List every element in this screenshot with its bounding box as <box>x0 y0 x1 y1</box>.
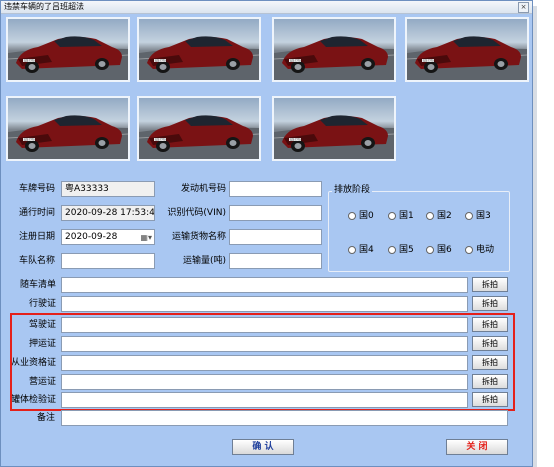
car-image: SZS 7770 <box>8 115 128 159</box>
document-field[interactable] <box>61 277 468 293</box>
note-field[interactable] <box>61 410 508 426</box>
document-field[interactable] <box>61 296 468 312</box>
vin-field[interactable] <box>229 205 322 221</box>
emission-option-label: 国2 <box>437 211 452 221</box>
car-image: SZS 7770 <box>139 115 259 159</box>
plate-label: 车牌号码 <box>18 184 55 194</box>
vin-label: 识别代码(VIN) <box>167 208 226 218</box>
engine-field[interactable] <box>229 181 322 197</box>
emission-option[interactable]: 国3 <box>465 210 491 222</box>
svg-text:SZS 7770: SZS 7770 <box>24 60 35 63</box>
radio-icon[interactable] <box>388 211 396 220</box>
vehicle-photo[interactable]: SZS 7770 <box>272 17 396 82</box>
car-image: SZS 7770 <box>407 36 527 80</box>
confirm-button[interactable]: 确 认 <box>232 439 294 455</box>
radio-icon[interactable] <box>465 245 473 254</box>
svg-text:SZS 7770: SZS 7770 <box>155 139 166 142</box>
time-field[interactable]: 2020-09-28 17:53:44 <box>61 205 155 221</box>
emission-option[interactable]: 国2 <box>426 210 452 222</box>
svg-text:SZS 7770: SZS 7770 <box>155 60 166 63</box>
vehicle-photo[interactable]: SZS 7770 <box>137 17 261 82</box>
vehicle-photo[interactable]: SZS 7770 <box>272 96 396 161</box>
vehicle-photo[interactable]: SZS 7770 <box>137 96 261 161</box>
radio-icon[interactable] <box>465 211 473 220</box>
cargo-label: 运输货物名称 <box>171 232 226 242</box>
emission-option-label: 国1 <box>399 211 414 221</box>
svg-text:SZS 7770: SZS 7770 <box>24 139 35 142</box>
cargo-field[interactable] <box>229 229 322 245</box>
document-label: 行驶证 <box>28 299 56 309</box>
emission-option-label: 国5 <box>399 245 414 255</box>
note-label: 备注 <box>36 413 55 423</box>
close-button[interactable]: 关 闭 <box>446 439 508 455</box>
title-bar: 违禁车辆的了吕班超法 × <box>1 1 532 14</box>
radio-icon[interactable] <box>426 245 434 254</box>
emission-group-title: 排放阶段 <box>332 184 373 196</box>
capture-button[interactable]: 拆拍 <box>472 296 508 311</box>
car-image: SZS 7770 <box>274 36 394 80</box>
reg-label: 注册日期 <box>18 232 55 242</box>
amount-field[interactable] <box>229 253 322 269</box>
emission-option[interactable]: 国6 <box>426 244 452 256</box>
svg-text:SZS 7770: SZS 7770 <box>290 60 301 63</box>
emission-option-label: 国3 <box>476 211 491 221</box>
vehicle-photo[interactable]: SZS 7770 <box>6 17 130 82</box>
emission-option-label: 国6 <box>437 245 452 255</box>
close-icon[interactable]: × <box>518 2 529 13</box>
window-title: 违禁车辆的了吕班超法 <box>4 2 84 11</box>
radio-icon[interactable] <box>388 245 396 254</box>
time-label: 通行时间 <box>18 208 55 218</box>
engine-label: 发动机号码 <box>180 184 226 194</box>
highlight-frame <box>10 313 515 411</box>
svg-text:SZS 7770: SZS 7770 <box>423 60 434 63</box>
window-shadow <box>533 6 537 467</box>
dialog-window: 违禁车辆的了吕班超法 × SZS 7770 SZS 7770 SZS 7770 SZS… <box>0 0 533 467</box>
emission-option-label: 国4 <box>359 245 374 255</box>
vehicle-photo[interactable]: SZS 7770 <box>405 17 529 82</box>
capture-button[interactable]: 拆拍 <box>472 277 508 292</box>
reg-date-picker[interactable]: 2020-09-28 ▦▾ <box>61 229 155 245</box>
radio-icon[interactable] <box>348 245 356 254</box>
radio-icon[interactable] <box>426 211 434 220</box>
emission-group <box>328 191 510 272</box>
vehicle-photo[interactable]: SZS 7770 <box>6 96 130 161</box>
amount-label: 运输量(吨) <box>182 256 226 266</box>
car-image: SZS 7770 <box>274 115 394 159</box>
emission-option[interactable]: 国5 <box>388 244 414 256</box>
emission-option[interactable]: 国4 <box>348 244 374 256</box>
emission-option[interactable]: 国0 <box>348 210 374 222</box>
emission-option-label: 电动 <box>476 245 495 255</box>
calendar-dropdown-icon[interactable]: ▦▾ <box>140 231 152 244</box>
car-image: SZS 7770 <box>139 36 259 80</box>
fleet-field[interactable] <box>61 253 155 269</box>
radio-icon[interactable] <box>348 211 356 220</box>
document-label: 随车清单 <box>19 280 56 290</box>
reg-date-value: 2020-09-28 <box>65 232 118 242</box>
car-image: SZS 7770 <box>8 36 128 80</box>
emission-option[interactable]: 电动 <box>465 244 494 256</box>
svg-text:SZS 7770: SZS 7770 <box>290 139 301 142</box>
emission-option[interactable]: 国1 <box>388 210 414 222</box>
emission-option-label: 国0 <box>359 211 374 221</box>
plate-field[interactable]: 粤A33333 <box>61 181 155 197</box>
fleet-label: 车队名称 <box>18 256 55 266</box>
